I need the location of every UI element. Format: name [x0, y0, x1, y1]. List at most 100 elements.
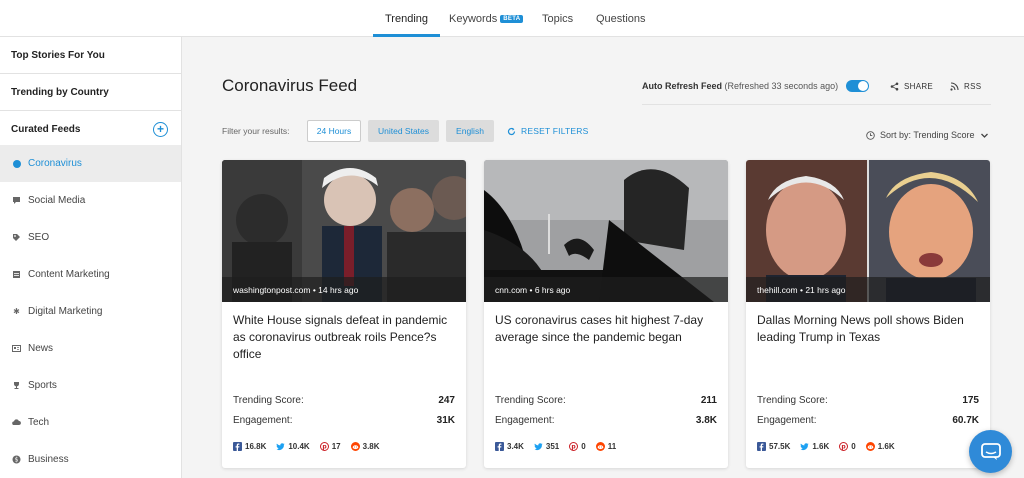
cloud-icon: [12, 418, 21, 427]
trending-score-value: 247: [438, 395, 455, 406]
sidebar-trending-by-country[interactable]: Trending by Country: [0, 74, 181, 111]
tab-topics-label: Topics: [542, 12, 574, 25]
engagement-label: Engagement:: [757, 415, 817, 426]
tab-questions[interactable]: Questions: [596, 0, 646, 37]
chat-icon: [980, 442, 1001, 460]
trending-score-row: Trending Score: 175: [757, 395, 979, 406]
news-card[interactable]: thehill.com • 21 hrs ago Dallas Morning …: [746, 160, 990, 468]
sidebar-item-tech[interactable]: Tech: [0, 404, 181, 441]
sidebar-item-label: Digital Marketing: [28, 306, 103, 317]
engagement-label: Engagement:: [233, 415, 293, 426]
engagement-value: 60.7K: [952, 415, 979, 426]
facebook-icon: [757, 442, 766, 451]
twitter-icon: [534, 443, 543, 451]
chat-button[interactable]: [969, 430, 1012, 473]
sidebar-item-label: Tech: [28, 417, 50, 428]
social-counts: 16.8K 10.4K p 17 3.8K: [233, 442, 390, 451]
share-label: SHARE: [904, 82, 934, 91]
sidebar-item-social-media[interactable]: Social Media: [0, 182, 181, 219]
sidebar-item-label: Business: [28, 454, 69, 465]
sidebar-item-label: Social Media: [28, 195, 86, 206]
engagement-row: Engagement: 60.7K: [757, 415, 979, 426]
tab-trending-label: Trending: [385, 12, 429, 25]
news-card[interactable]: cnn.com • 6 hrs ago US coronavirus cases…: [484, 160, 728, 468]
sidebar-item-label: SEO: [28, 232, 50, 243]
sidebar-item-digital-marketing[interactable]: ✱ Digital Marketing: [0, 293, 181, 330]
refresh-icon: [507, 127, 516, 135]
dollar-icon: $: [12, 455, 21, 464]
filter-language[interactable]: English: [446, 120, 494, 142]
article-source: washingtonpost.com • 14 hrs ago: [222, 277, 466, 302]
tab-trending[interactable]: Trending: [372, 0, 441, 37]
chat-bubble-icon: [12, 196, 21, 205]
article-title[interactable]: Dallas Morning News poll shows Biden lea…: [757, 312, 982, 346]
auto-refresh-status: (Refreshed 33 seconds ago): [724, 81, 839, 91]
sidebar-item-coronavirus[interactable]: Coronavirus: [0, 145, 181, 182]
article-title[interactable]: White House signals defeat in pandemic a…: [233, 312, 458, 363]
filter-label: Filter your results:: [222, 126, 290, 136]
dot-icon: [12, 159, 21, 168]
sidebar-item-label: Coronavirus: [28, 158, 82, 169]
sidebar-item-sports[interactable]: Sports: [0, 367, 181, 404]
article-title[interactable]: US coronavirus cases hit highest 7-day a…: [495, 312, 720, 346]
svg-text:p: p: [572, 444, 577, 451]
facebook-count: 3.4K: [495, 442, 524, 451]
tag-icon: [12, 233, 21, 242]
facebook-count: 16.8K: [233, 442, 266, 451]
reddit-count: 3.8K: [350, 442, 380, 451]
sidebar-item-seo[interactable]: SEO: [0, 219, 181, 256]
filter-country[interactable]: United States: [368, 120, 439, 142]
gear-icon: ✱: [13, 307, 20, 316]
twitter-count: 10.4K: [276, 442, 310, 451]
sidebar-top-stories[interactable]: Top Stories For You: [0, 37, 181, 74]
rss-button[interactable]: RSS: [950, 82, 981, 91]
pinterest-count: p 17: [319, 442, 341, 451]
twitter-icon: [800, 443, 809, 451]
trending-score-label: Trending Score:: [495, 395, 566, 406]
document-icon: [12, 270, 21, 279]
facebook-count: 57.5K: [757, 442, 790, 451]
tab-keywords[interactable]: Keywords BETA: [449, 0, 524, 37]
clock-icon: [866, 130, 875, 140]
sidebar: Top Stories For You Trending by Country …: [0, 37, 182, 478]
reddit-count: 11: [595, 442, 616, 451]
beta-badge: BETA: [500, 14, 524, 23]
rss-label: RSS: [964, 82, 982, 91]
sidebar-item-business[interactable]: $ Business: [0, 441, 181, 478]
reddit-icon: [350, 442, 360, 451]
news-card[interactable]: washingtonpost.com • 14 hrs ago White Ho…: [222, 160, 466, 468]
add-feed-button[interactable]: +: [153, 122, 168, 137]
engagement-value: 3.8K: [695, 415, 717, 426]
trending-by-country-label: Trending by Country: [11, 86, 109, 98]
filter-24-hours[interactable]: 24 Hours: [307, 120, 361, 142]
top-nav: Trending Keywords BETA Topics Questions: [0, 0, 1024, 37]
trending-score-value: 211: [700, 395, 717, 406]
auto-refresh-label: Auto Refresh Feed: [642, 81, 723, 91]
tab-questions-label: Questions: [596, 12, 646, 25]
reset-filters-button[interactable]: RESET FILTERS: [507, 126, 588, 136]
social-counts: 3.4K 351 p0 11: [495, 442, 626, 451]
sidebar-item-label: Sports: [28, 380, 57, 391]
sort-label: Sort by: Trending Score: [880, 130, 975, 140]
twitter-icon: [276, 443, 285, 451]
svg-text:p: p: [322, 444, 327, 451]
sidebar-item-label: News: [28, 343, 54, 354]
auto-refresh-toggle[interactable]: [846, 80, 869, 92]
sidebar-item-news[interactable]: News: [0, 330, 181, 367]
article-source: cnn.com • 6 hrs ago: [484, 277, 728, 302]
chevron-down-icon: [980, 133, 988, 138]
rss-icon: [950, 82, 959, 91]
curated-feeds-header: Curated Feeds +: [0, 111, 181, 147]
tab-topics[interactable]: Topics: [542, 0, 573, 37]
sidebar-item-content-marketing[interactable]: Content Marketing: [0, 256, 181, 293]
engagement-row: Engagement: 3.8K: [495, 415, 717, 426]
page-title: Coronavirus Feed: [222, 76, 358, 95]
trending-score-label: Trending Score:: [233, 395, 304, 406]
trending-score-row: Trending Score: 211: [495, 395, 717, 406]
engagement-label: Engagement:: [495, 415, 555, 426]
social-counts: 57.5K 1.6K p0 1.6K: [757, 442, 905, 451]
sort-dropdown[interactable]: Sort by: Trending Score: [866, 130, 989, 140]
top-stories-label: Top Stories For You: [11, 49, 105, 61]
share-button[interactable]: SHARE: [890, 82, 933, 91]
pinterest-count: p0: [569, 442, 586, 451]
